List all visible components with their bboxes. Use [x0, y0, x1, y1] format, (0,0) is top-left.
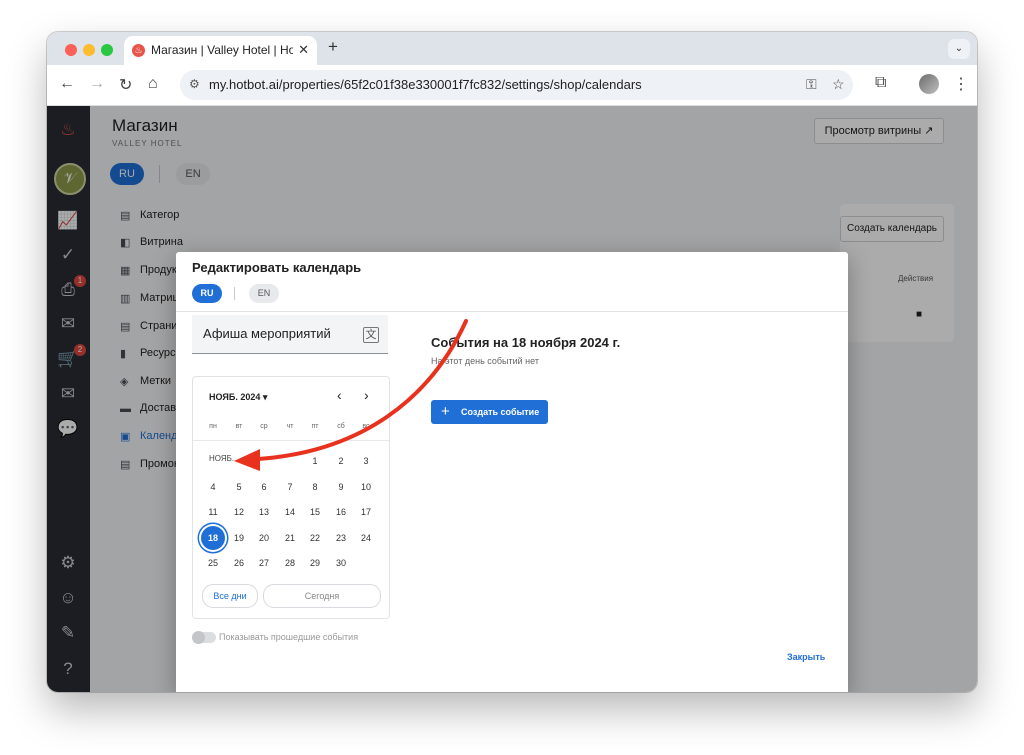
weekday-label: чт — [286, 423, 294, 430]
calendar-day[interactable]: 7 — [278, 475, 302, 499]
weekday-label: ср — [260, 423, 268, 430]
menu-dots-icon[interactable]: ⋮ — [953, 74, 969, 94]
close-dialog-button[interactable]: Закрыть — [787, 652, 825, 662]
tab-strip: ♨ Магазин | Valley Hotel | Hotbot ✕ + ⌄ — [47, 32, 977, 65]
extensions-icon[interactable]: ⧉ — [875, 74, 886, 92]
calendar-day[interactable]: 26 — [227, 551, 251, 575]
calendar-day[interactable]: 27 — [252, 551, 276, 575]
translate-icon[interactable]: 文 — [363, 327, 379, 343]
profile-avatar[interactable] — [919, 74, 939, 94]
dialog-lang-ru-tab[interactable]: RU — [192, 284, 222, 303]
create-event-button[interactable]: + Создать событие — [431, 400, 548, 424]
calendar-day[interactable]: 6 — [252, 475, 276, 499]
calendar-day[interactable]: 10 — [354, 475, 378, 499]
show-past-events-toggle[interactable] — [192, 631, 216, 644]
url-text[interactable]: my.hotbot.ai/properties/65f2c01f38e33000… — [209, 77, 642, 92]
calendar-day[interactable]: 17 — [354, 500, 378, 524]
site-info-icon[interactable]: ⚙ — [189, 77, 200, 91]
chevron-down-icon[interactable]: ⌄ — [948, 39, 970, 59]
forward-icon[interactable]: → — [89, 75, 105, 93]
calendar-day[interactable]: 22 — [303, 526, 327, 550]
maximize-window-button[interactable] — [101, 44, 113, 56]
close-window-button[interactable] — [65, 44, 77, 56]
weekday-label: пн — [209, 423, 217, 430]
dialog-title: Редактировать календарь — [192, 260, 362, 275]
calendar-day[interactable]: 24 — [354, 526, 378, 550]
minimize-window-button[interactable] — [83, 44, 95, 56]
back-icon[interactable]: ← — [59, 75, 75, 93]
calendar-day[interactable]: 19 — [227, 526, 251, 550]
calendar-day[interactable]: 20 — [252, 526, 276, 550]
calendar-day[interactable]: 30 — [329, 551, 353, 575]
weekday-label: вт — [235, 423, 243, 430]
show-past-events-label: Показывать прошедшие события — [219, 632, 359, 642]
calendar-day[interactable]: 3 — [354, 449, 378, 473]
app-area: ♨ 𝒱 📈 ✓ ⎙ 1 ✉ 🛒 2 ✉ 💬 ⚙ ☺ ✎ ? Магазин VA… — [47, 106, 977, 692]
calendar-day[interactable]: 13 — [252, 500, 276, 524]
dialog-lang-divider — [234, 287, 235, 300]
calendar-day[interactable]: 16 — [329, 500, 353, 524]
calendar-day-selected[interactable]: 18 — [201, 526, 225, 550]
calendar-day[interactable]: 14 — [278, 500, 302, 524]
weekday-label: сб — [337, 423, 345, 430]
calendar-day[interactable]: 2 — [329, 449, 353, 473]
calendar-day[interactable]: 5 — [227, 475, 251, 499]
new-tab-icon[interactable]: + — [328, 37, 338, 57]
plus-icon: + — [441, 403, 450, 420]
calendar-day[interactable]: 23 — [329, 526, 353, 550]
flame-icon: ♨ — [132, 44, 145, 57]
home-icon[interactable]: ⌂ — [148, 75, 158, 93]
calendar-day[interactable]: 28 — [278, 551, 302, 575]
calendar-day[interactable]: 21 — [278, 526, 302, 550]
calendar-day[interactable]: 1 — [303, 449, 327, 473]
chevron-right-icon[interactable]: › — [364, 387, 369, 403]
calendar-day[interactable]: 11 — [201, 500, 225, 524]
tab-title: Магазин | Valley Hotel | Hotbot — [151, 43, 293, 57]
edit-calendar-dialog: Редактировать календарь RU EN Афиша меро… — [176, 252, 848, 692]
weekday-label: вс — [362, 423, 370, 430]
chevron-left-icon[interactable]: ‹ — [337, 387, 342, 403]
weekday-label: пт — [311, 423, 319, 430]
browser-tab[interactable]: ♨ Магазин | Valley Hotel | Hotbot ✕ — [124, 36, 317, 65]
calendar-day[interactable]: 29 — [303, 551, 327, 575]
date-picker: НОЯБ. 2024 ▾ ‹ › пн вт ср чт пт сб вс НО… — [192, 376, 390, 619]
calendar-name-value[interactable]: Афиша мероприятий — [203, 326, 331, 341]
calendar-divider — [193, 440, 389, 441]
calendar-name-field[interactable]: Афиша мероприятий 文 — [192, 315, 388, 354]
no-events-text: На этот день событий нет — [431, 356, 539, 366]
calendar-day[interactable]: 25 — [201, 551, 225, 575]
calendar-day[interactable]: 15 — [303, 500, 327, 524]
star-icon[interactable]: ☆ — [832, 76, 845, 93]
reload-icon[interactable]: ↻ — [119, 75, 132, 95]
calendar-day[interactable]: 9 — [329, 475, 353, 499]
grid-month-label: НОЯБ. — [209, 454, 235, 463]
address-bar[interactable]: ⚙ my.hotbot.ai/properties/65f2c01f38e330… — [180, 70, 853, 100]
browser-window: ♨ Магазин | Valley Hotel | Hotbot ✕ + ⌄ … — [47, 32, 977, 692]
close-icon[interactable]: ✕ — [298, 42, 309, 58]
events-heading: События на 18 ноября 2024 г. — [431, 335, 621, 350]
browser-toolbar: ← → ↻ ⌂ ⚙ my.hotbot.ai/properties/65f2c0… — [47, 65, 977, 106]
today-button[interactable]: Сегодня — [263, 584, 381, 608]
calendar-day[interactable]: 8 — [303, 475, 327, 499]
key-icon[interactable]: ⚿ — [806, 76, 817, 93]
toggle-knob — [192, 631, 205, 644]
dialog-lang-en-tab[interactable]: EN — [249, 284, 279, 303]
dialog-divider — [176, 311, 848, 312]
all-days-button[interactable]: Все дни — [202, 584, 258, 608]
month-selector[interactable]: НОЯБ. 2024 ▾ — [209, 392, 267, 403]
calendar-day[interactable]: 12 — [227, 500, 251, 524]
calendar-day[interactable]: 4 — [201, 475, 225, 499]
